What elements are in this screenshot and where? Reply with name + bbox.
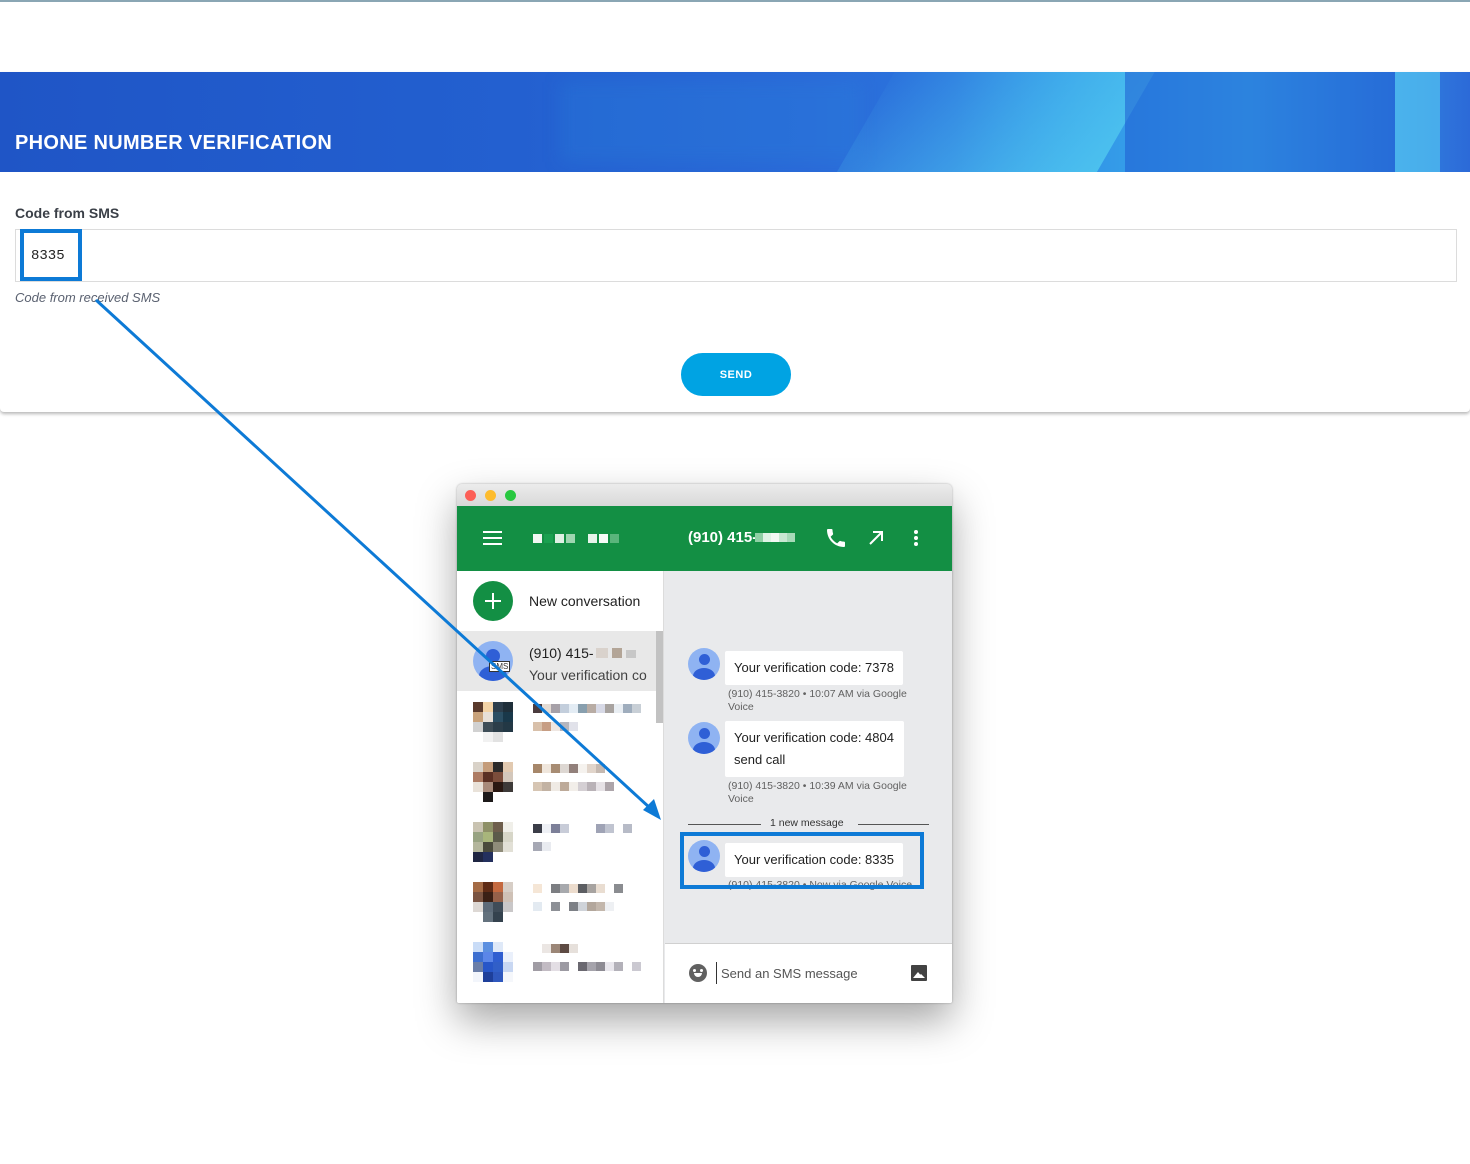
new-message-divider-left <box>688 824 761 825</box>
new-message-divider-right <box>858 824 929 825</box>
phone-icon[interactable] <box>824 526 848 550</box>
conversation-item-redacted[interactable] <box>457 931 663 991</box>
plus-icon <box>473 581 513 621</box>
verification-card: PHONE NUMBER VERIFICATION Code from SMS … <box>0 72 1470 412</box>
redacted-phone-digits <box>755 533 795 542</box>
header-banner: PHONE NUMBER VERIFICATION <box>0 72 1470 172</box>
image-icon[interactable] <box>911 965 927 981</box>
person-avatar-icon <box>688 648 720 680</box>
sms-message-input[interactable] <box>716 962 896 984</box>
message-composer <box>665 943 952 1003</box>
google-voice-window: (910) 415- New conversation SMS (910) 41… <box>457 484 952 1003</box>
menu-icon[interactable] <box>483 531 502 545</box>
window-zoom-button[interactable] <box>505 490 516 501</box>
conversation-item-active[interactable]: SMS (910) 415- Your verification co <box>457 631 663 691</box>
popout-arrow-icon[interactable] <box>864 526 888 550</box>
person-avatar-icon <box>688 722 720 754</box>
message-text: Your verification code: 4804 <box>734 730 894 745</box>
new-message-divider-label: 1 new message <box>770 817 844 829</box>
top-divider <box>0 0 1470 2</box>
more-vert-icon[interactable] <box>904 526 928 550</box>
highlight-code-input <box>20 229 82 281</box>
message-meta: (910) 415-3820 • 10:39 AM via Google Voi… <box>728 780 907 805</box>
new-conversation-button[interactable]: New conversation <box>457 571 663 631</box>
conversation-item-redacted[interactable] <box>457 871 663 931</box>
conversation-item-redacted[interactable] <box>457 691 663 751</box>
highlight-latest-message <box>680 832 924 889</box>
window-titlebar <box>457 484 952 506</box>
code-field-hint: Code from received SMS <box>15 290 161 305</box>
message-bubble: Your verification code: 7378 <box>725 651 903 685</box>
conversation-name: (910) 415- <box>529 645 636 661</box>
voice-app-bar: (910) 415- <box>457 506 952 571</box>
window-minimize-button[interactable] <box>485 490 496 501</box>
send-button[interactable]: SEND <box>681 353 791 396</box>
conversation-snippet: Your verification co <box>529 667 647 683</box>
message-meta: (910) 415-3820 • 10:07 AM via Google Voi… <box>728 688 907 713</box>
message-bubble: Your verification code: 4804 send call <box>725 721 904 777</box>
new-conversation-label: New conversation <box>529 593 641 609</box>
sms-code-input[interactable] <box>15 229 1457 282</box>
page-root: PHONE NUMBER VERIFICATION Code from SMS … <box>0 0 1470 1164</box>
conversation-item-redacted[interactable] <box>457 751 663 811</box>
redacted-account-name <box>533 534 619 543</box>
conversation-item-redacted[interactable] <box>457 811 663 871</box>
code-field-label: Code from SMS <box>15 205 120 221</box>
header-phone-number: (910) 415- <box>688 529 758 546</box>
window-close-button[interactable] <box>465 490 476 501</box>
page-title: PHONE NUMBER VERIFICATION <box>15 132 333 154</box>
emoji-icon[interactable] <box>689 964 707 982</box>
message-extra-text: send call <box>734 752 786 767</box>
sms-badge: SMS <box>489 661 511 672</box>
conversation-list: New conversation SMS (910) 415- Your ver… <box>457 571 664 1003</box>
